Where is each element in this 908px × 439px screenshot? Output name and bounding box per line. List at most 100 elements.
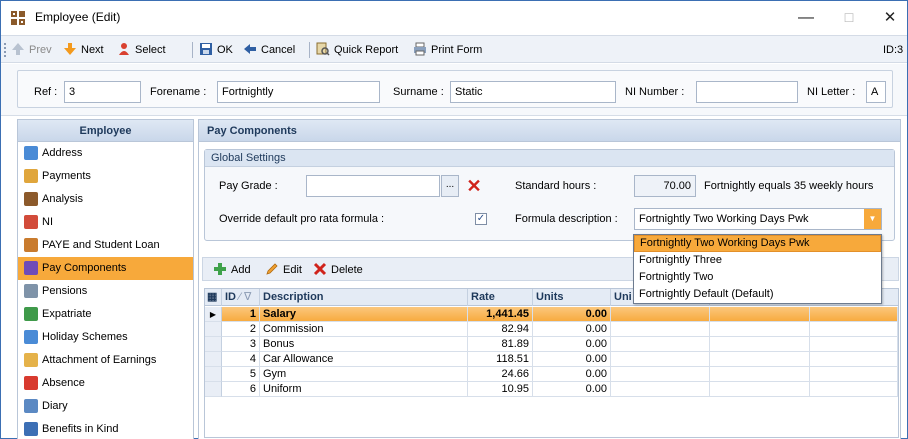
cell-empty[interactable] [710,322,810,337]
cell-units[interactable]: 0.00 [533,337,611,352]
pay-grade-input[interactable] [306,175,440,197]
cell-id[interactable]: 1 [222,307,260,322]
prev-button[interactable]: Prev [11,41,52,59]
cell-empty[interactable] [710,337,810,352]
ok-button[interactable]: OK [199,41,233,59]
column-header-units[interactable]: Units [533,289,611,306]
column-chooser-icon[interactable]: ▦ [205,289,222,306]
cell-rate[interactable]: 1,441.45 [468,307,533,322]
sidebar-item-attachment-of-earnings[interactable]: Attachment of Earnings [18,349,193,372]
cell-rate[interactable]: 24.66 [468,367,533,382]
table-row[interactable]: 6 Uniform 10.95 0.00 [205,382,898,397]
cell-id[interactable]: 2 [222,322,260,337]
quick-report-button[interactable]: Quick Report [316,41,398,59]
cell-rate[interactable]: 82.94 [468,322,533,337]
override-checkbox[interactable]: ✓ [475,213,487,225]
cell-empty[interactable] [810,352,898,367]
cell-description[interactable]: Car Allowance [260,352,468,367]
formula-option[interactable]: Fortnightly Two [634,269,881,286]
row-indicator[interactable] [205,337,222,352]
cancel-button[interactable]: Cancel [243,41,295,59]
sidebar-item-pensions[interactable]: Pensions [18,280,193,303]
table-row[interactable]: 2 Commission 82.94 0.00 [205,322,898,337]
cell-rate[interactable]: 10.95 [468,382,533,397]
surname-input[interactable] [450,81,616,103]
cell-units[interactable]: 0.00 [533,322,611,337]
cell-description[interactable]: Bonus [260,337,468,352]
table-row[interactable]: 4 Car Allowance 118.51 0.00 [205,352,898,367]
row-indicator[interactable] [205,352,222,367]
cell-description[interactable]: Uniform [260,382,468,397]
sidebar-item-benefits-in-kind[interactable]: Benefits in Kind [18,418,193,439]
ni-number-input[interactable] [696,81,798,103]
sidebar-item-diary[interactable]: Diary [18,395,193,418]
pay-grade-browse-button[interactable]: ... [441,175,459,197]
row-indicator[interactable]: ▶ [205,307,222,322]
table-row[interactable]: 3 Bonus 81.89 0.00 [205,337,898,352]
cell-description[interactable]: Salary [260,307,468,322]
minimize-button[interactable]: — [791,7,821,29]
next-button[interactable]: Next [63,41,104,59]
table-row[interactable]: 5 Gym 24.66 0.00 [205,367,898,382]
cell-id[interactable]: 6 [222,382,260,397]
sidebar-item-absence[interactable]: Absence [18,372,193,395]
print-form-button[interactable]: Print Form [413,41,482,59]
cell-empty[interactable] [810,382,898,397]
cell-rate[interactable]: 81.89 [468,337,533,352]
clear-icon[interactable]: ✕ [465,175,483,197]
formula-option[interactable]: Fortnightly Two Working Days Pwk [634,235,881,252]
cell-units[interactable]: 0.00 [533,382,611,397]
cell-empty[interactable] [810,307,898,322]
maximize-button[interactable]: ☐ [834,7,864,29]
sidebar-item-analysis[interactable]: Analysis [18,188,193,211]
sidebar-item-expatriate[interactable]: Expatriate [18,303,193,326]
close-button[interactable]: ✕ [875,7,905,29]
cell-empty[interactable] [710,352,810,367]
column-header-rate[interactable]: Rate [468,289,533,306]
cell-empty[interactable] [611,352,710,367]
cell-empty[interactable] [710,382,810,397]
formula-option[interactable]: Fortnightly Three [634,252,881,269]
chevron-down-icon[interactable]: ▼ [864,209,881,229]
add-button[interactable]: Add [213,261,251,279]
cell-empty[interactable] [611,337,710,352]
sidebar-item-pay-components[interactable]: Pay Components [18,257,193,280]
cell-empty[interactable] [611,307,710,322]
ref-input[interactable] [64,81,141,103]
cell-empty[interactable] [710,367,810,382]
cell-empty[interactable] [810,337,898,352]
cell-units[interactable]: 0.00 [533,352,611,367]
column-header-id[interactable]: ID ⁄ ∇ [222,289,260,306]
sidebar-item-payments[interactable]: Payments [18,165,193,188]
cell-units[interactable]: 0.00 [533,307,611,322]
cell-description[interactable]: Gym [260,367,468,382]
cell-id[interactable]: 5 [222,367,260,382]
cell-empty[interactable] [810,367,898,382]
cell-rate[interactable]: 118.51 [468,352,533,367]
row-indicator[interactable] [205,382,222,397]
cell-empty[interactable] [611,322,710,337]
cell-empty[interactable] [810,322,898,337]
sidebar-item-ni[interactable]: NI [18,211,193,234]
table-row[interactable]: ▶ 1 Salary 1,441.45 0.00 [205,307,898,322]
formula-option[interactable]: Fortnightly Default (Default) [634,286,881,303]
toolbar-grip[interactable] [4,43,6,57]
cell-units[interactable]: 0.00 [533,367,611,382]
cell-empty[interactable] [710,307,810,322]
cell-description[interactable]: Commission [260,322,468,337]
sidebar-item-paye-and-student-loan[interactable]: PAYE and Student Loan [18,234,193,257]
cell-id[interactable]: 4 [222,352,260,367]
row-indicator[interactable] [205,367,222,382]
forename-input[interactable] [217,81,380,103]
sidebar-item-address[interactable]: Address [18,142,193,165]
cell-empty[interactable] [611,367,710,382]
row-indicator[interactable] [205,322,222,337]
cell-empty[interactable] [611,382,710,397]
sidebar-item-holiday-schemes[interactable]: Holiday Schemes [18,326,193,349]
formula-description-combo[interactable]: Fortnightly Two Working Days Pwk ▼ [634,208,882,230]
ni-letter-input[interactable] [866,81,886,103]
delete-button[interactable]: Delete [313,261,363,279]
column-header-description[interactable]: Description [260,289,468,306]
standard-hours-input[interactable] [634,175,696,197]
select-button[interactable]: Select [117,41,166,59]
